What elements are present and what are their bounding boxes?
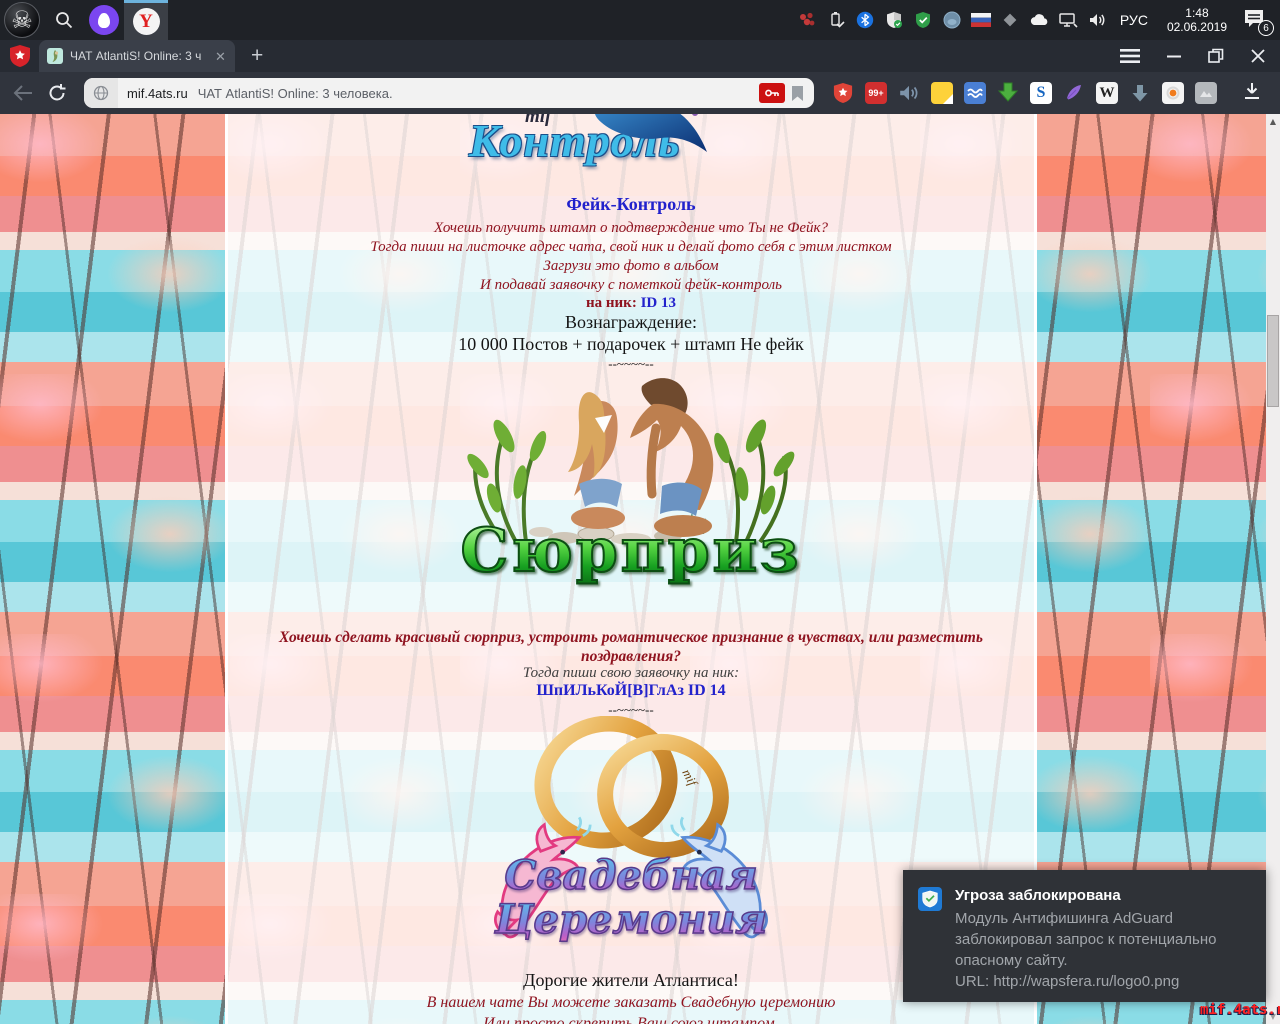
- downloads-button[interactable]: [1242, 81, 1262, 106]
- ext-toggle-icon[interactable]: [1162, 82, 1184, 104]
- scroll-up-arrow[interactable]: ▲: [1266, 114, 1280, 129]
- tab-bar: ЧАТ AtlantiS! Online: 3 ч ✕ +: [0, 40, 1280, 72]
- alice-button[interactable]: [84, 0, 124, 40]
- wedding-word-2: Церемония: [491, 898, 771, 942]
- site-watermark: mif.4ats.ru: [1200, 1002, 1280, 1018]
- header-dolphin-icon: [587, 114, 717, 164]
- clock-date: 02.06.2019: [1167, 20, 1227, 34]
- notification-count-badge: 6: [1258, 20, 1274, 36]
- wedding-word-1: Свадебная: [491, 854, 771, 898]
- surprise-title-word: Сюрприз: [228, 516, 1034, 586]
- surprise-paragraph: Хочешь сделать красивый сюрприз, устроит…: [264, 628, 998, 666]
- wedding-line-3: Или просто скрепить Ваш союз штампом.: [228, 1014, 1034, 1024]
- tray-russian-flag-icon[interactable]: [971, 10, 991, 30]
- restore-button[interactable]: [1208, 48, 1224, 64]
- ext-notes-icon[interactable]: [931, 82, 953, 104]
- globe-icon: [93, 85, 109, 101]
- tray-red-dots-icon[interactable]: [797, 10, 817, 30]
- toast-body: Модуль Антифишинга AdGuard заблокировал …: [955, 908, 1255, 971]
- surprise-sub-line: Тогда пиши свою заявочку на ник:: [228, 665, 1034, 682]
- ext-waves-icon[interactable]: [964, 82, 986, 104]
- ring-engraving-text: mif: [679, 766, 701, 790]
- nick-id-link[interactable]: ID 13: [641, 295, 676, 311]
- tray-defender-icon[interactable]: [884, 10, 904, 30]
- menu-icon[interactable]: [1120, 48, 1140, 64]
- alice-icon: [89, 5, 119, 35]
- control-header-graphic: mif Контроль: [228, 114, 1034, 192]
- ext-feather-icon[interactable]: [1063, 82, 1085, 104]
- adguard-toast-notification[interactable]: Угроза заблокирована Модуль Антифишинга …: [903, 870, 1266, 1002]
- fake-line-3: Загрузи это фото в альбом: [228, 257, 1034, 276]
- reward-title: Вознаграждение:: [228, 312, 1034, 333]
- fake-line-2: Тогда пиши на листочке адрес чата, свой …: [228, 238, 1034, 257]
- notification-center-button[interactable]: 6: [1242, 7, 1272, 33]
- url-domain: mif.4ats.ru: [127, 86, 188, 101]
- adguard-shield-icon[interactable]: [9, 44, 31, 68]
- language-indicator[interactable]: РУС: [1116, 12, 1152, 28]
- adguard-toast-icon: [918, 887, 942, 911]
- scrollbar-thumb[interactable]: [1267, 315, 1279, 407]
- protect-mode-icon[interactable]: [759, 83, 785, 103]
- reward-value: 10 000 Постов + подарочек + штамп Не фей…: [228, 334, 1034, 355]
- tray-usb-icon[interactable]: [826, 10, 846, 30]
- close-button[interactable]: [1250, 48, 1266, 64]
- ext-downloader-icon[interactable]: [1129, 82, 1151, 104]
- man-figure: [630, 378, 713, 537]
- ext-s-icon[interactable]: S: [1030, 82, 1052, 104]
- back-button[interactable]: [10, 80, 36, 106]
- yandex-browser-icon: Y: [133, 8, 160, 35]
- nick-line: на ник: ID 13: [228, 295, 1034, 312]
- search-button[interactable]: [44, 0, 84, 40]
- tray-diamond-icon[interactable]: [1000, 10, 1020, 30]
- tray-antivirus-shield-icon[interactable]: [913, 10, 933, 30]
- ext-counter-icon[interactable]: 99+: [865, 82, 887, 104]
- fake-line-4: И подавай заявочку с пометкой фейк-контр…: [228, 276, 1034, 295]
- ext-gray-app-icon[interactable]: [1195, 82, 1217, 104]
- site-info-button[interactable]: [84, 78, 118, 108]
- tray-bluetooth-icon[interactable]: [855, 10, 875, 30]
- tab-favicon: [47, 48, 63, 64]
- tab-close-icon[interactable]: ✕: [215, 50, 226, 63]
- browser-toolbar: mif.4ats.ru ЧАТ AtlantiS! Online: 3 чело…: [0, 72, 1280, 114]
- start-button[interactable]: ☠: [0, 0, 44, 40]
- ext-adguard-icon[interactable]: [832, 82, 854, 104]
- tray-app-face-icon[interactable]: [942, 10, 962, 30]
- toast-title: Угроза заблокирована: [955, 887, 1255, 904]
- surprise-nick-link[interactable]: ШпИЛьКоЙ[В]ГлАз ID 14: [228, 682, 1034, 700]
- toast-url-line: URL: http://wapsfera.ru/logo0.png: [955, 971, 1255, 992]
- tray-volume-icon[interactable]: [1087, 10, 1107, 30]
- new-tab-button[interactable]: +: [251, 44, 263, 68]
- url-page-title: ЧАТ AtlantiS! Online: 3 человека.: [198, 86, 759, 101]
- search-icon: [54, 10, 74, 30]
- address-bar[interactable]: mif.4ats.ru ЧАТ AtlantiS! Online: 3 чело…: [84, 78, 814, 108]
- tray-network-icon[interactable]: [1058, 10, 1078, 30]
- surprise-graphic: Сюрприз: [228, 366, 1034, 586]
- nick-label: на ник:: [586, 295, 637, 311]
- tray-cloud-icon[interactable]: [1029, 10, 1049, 30]
- punisher-skull-icon: ☠: [4, 2, 40, 38]
- ext-wikipedia-icon[interactable]: W: [1096, 82, 1118, 104]
- tab-title: ЧАТ AtlantiS! Online: 3 ч: [70, 49, 208, 63]
- ext-speaker-icon[interactable]: [898, 82, 920, 104]
- woman-figure: [568, 392, 625, 529]
- fake-control-title: Фейк-Контроль: [228, 194, 1034, 215]
- yandex-browser-taskbar-item[interactable]: Y: [124, 0, 168, 40]
- ext-savefrom-icon[interactable]: [997, 82, 1019, 104]
- clock-time: 1:48: [1167, 6, 1227, 20]
- bookmark-icon[interactable]: [791, 85, 804, 102]
- reload-button[interactable]: [44, 80, 70, 106]
- fake-line-1: Хочешь получить штамп о подтверждение чт…: [228, 219, 1034, 238]
- scrollbar[interactable]: ▲ ▼: [1266, 114, 1280, 1024]
- taskbar-clock[interactable]: 1:48 02.06.2019: [1161, 6, 1233, 34]
- browser-tab[interactable]: ЧАТ AtlantiS! Online: 3 ч ✕: [39, 40, 235, 72]
- taskbar: ☠ Y РУС 1:48 02.06.2019 6: [0, 0, 1280, 40]
- extensions-row: 99+ S W: [832, 81, 1262, 106]
- minimize-button[interactable]: [1166, 48, 1182, 64]
